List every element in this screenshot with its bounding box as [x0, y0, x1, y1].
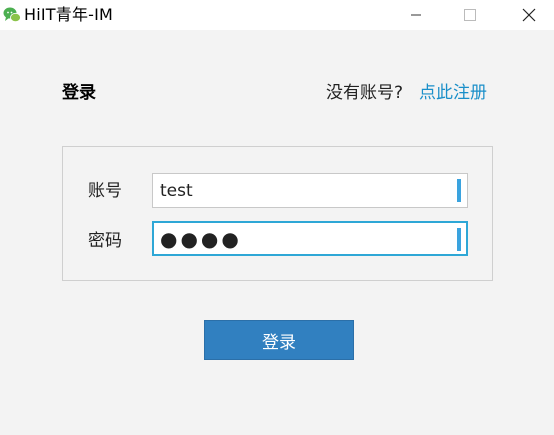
password-input[interactable] [152, 221, 468, 256]
close-button[interactable] [506, 0, 552, 30]
account-label: 账号 [88, 181, 122, 201]
login-button[interactable]: 登录 [204, 320, 354, 360]
close-icon [522, 8, 536, 22]
account-input[interactable] [152, 173, 468, 208]
password-input-scroll-indicator [457, 228, 461, 251]
maximize-icon [464, 9, 476, 21]
title-bar[interactable]: HiIT青年-IM [0, 0, 554, 30]
account-input-scroll-indicator [457, 179, 461, 202]
password-label: 密码 [88, 231, 122, 251]
maximize-button[interactable] [447, 0, 493, 30]
minimize-button[interactable] [393, 0, 439, 30]
login-form-panel [62, 146, 493, 281]
chat-bubbles-icon [3, 7, 21, 23]
register-link[interactable]: 点此注册 [419, 82, 487, 104]
window-title: HiIT青年-IM [24, 5, 114, 24]
minimize-icon [411, 14, 421, 16]
login-window: HiIT青年-IM 登录 没有账号? 点此注册 账号 密码 登录 [0, 0, 554, 435]
login-heading: 登录 [62, 83, 96, 103]
no-account-text: 没有账号? [326, 83, 404, 103]
